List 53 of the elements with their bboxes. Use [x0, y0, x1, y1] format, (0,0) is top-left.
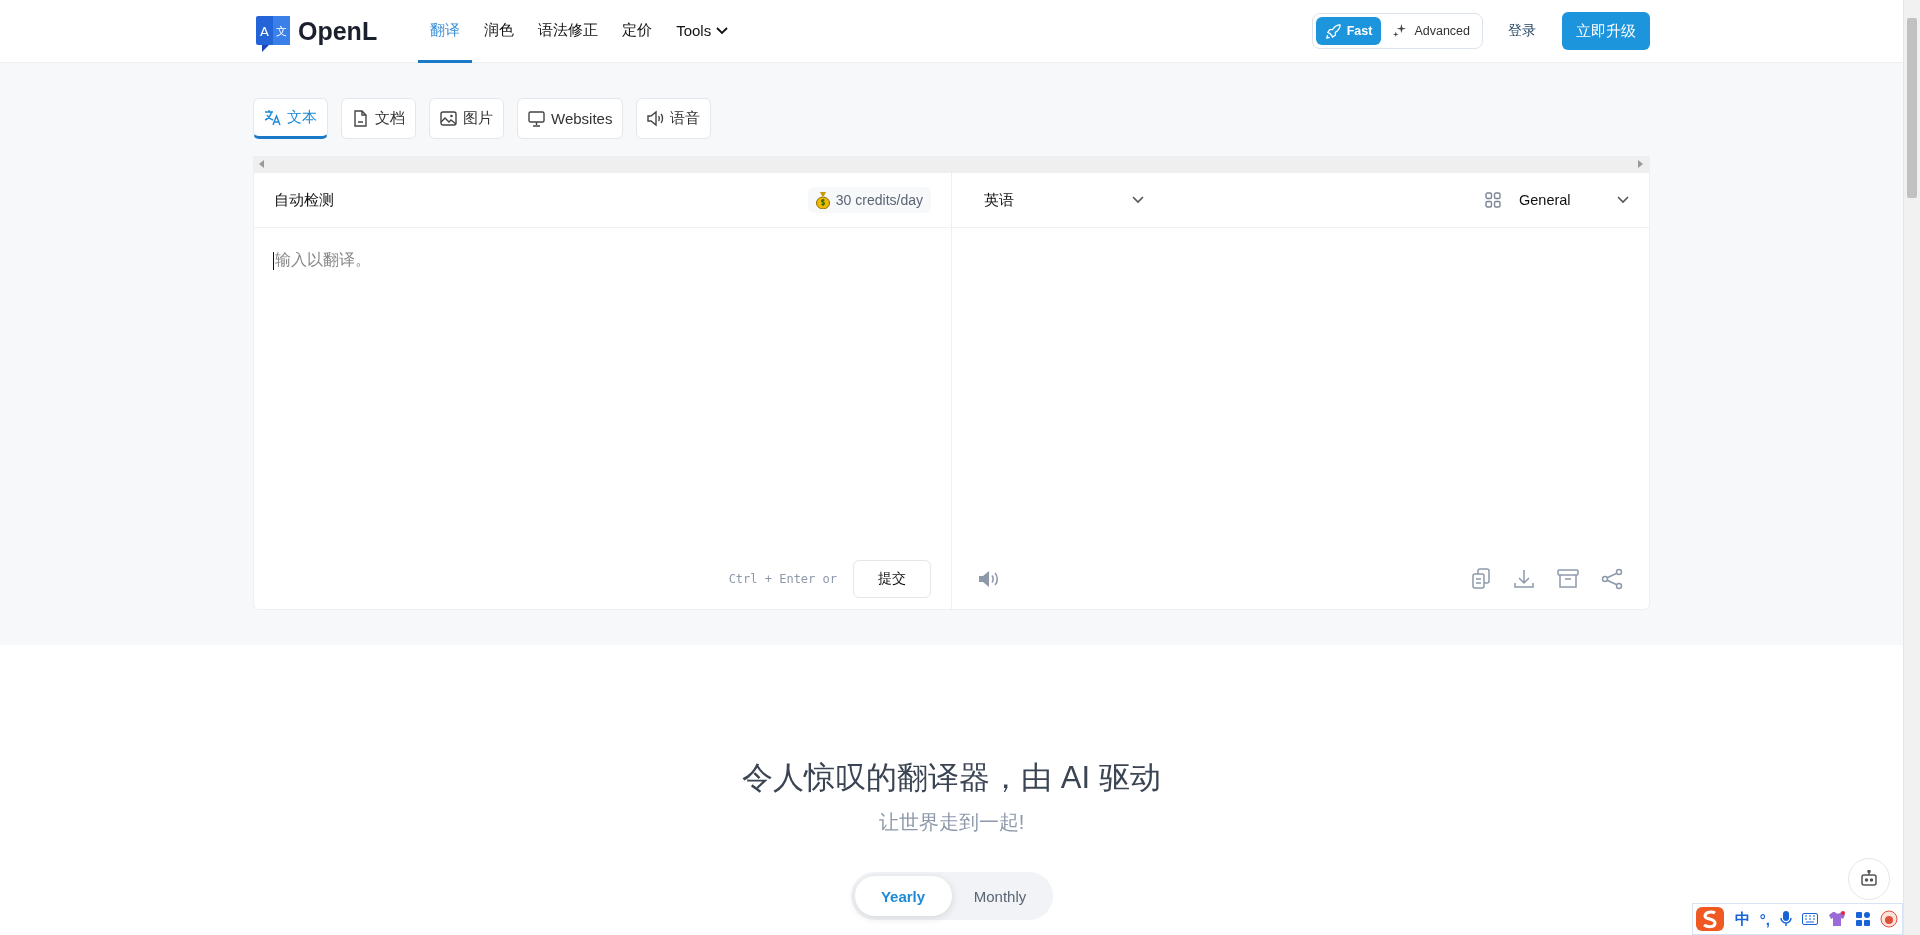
page-scrollbar[interactable] [1903, 0, 1920, 935]
tools-menu[interactable]: Tools [664, 0, 741, 63]
download-icon[interactable] [1513, 568, 1535, 590]
billing-option[interactable]: Yearly [854, 876, 952, 916]
rocket-icon [1324, 23, 1341, 39]
billing-option[interactable]: Monthly [951, 876, 1049, 916]
scroll-right-arrow-icon[interactable] [1638, 160, 1644, 168]
target-language-dropdown[interactable]: 英语 [984, 190, 1144, 210]
money-bag-icon [815, 191, 830, 209]
nav-link[interactable]: 语法修正 [526, 0, 611, 63]
share-icon[interactable] [1601, 568, 1623, 590]
shortcut-hint: Ctrl + Enter or [728, 572, 837, 586]
chevron-down-icon [1132, 196, 1144, 204]
domain-dropdown[interactable]: General [1519, 192, 1629, 208]
ime-mode-toggle[interactable]: 中 [1734, 909, 1750, 929]
input-type-tab[interactable]: Websites [517, 98, 624, 139]
login-link[interactable]: 登录 [1508, 22, 1536, 40]
speaker-icon [647, 110, 665, 127]
mode-option[interactable]: Advanced [1383, 17, 1479, 45]
chevron-down-icon [1617, 196, 1629, 204]
punctuation-toggle[interactable]: °, [1759, 910, 1770, 928]
source-text-field[interactable]: 输入以翻译。 [254, 228, 951, 293]
translate-icon [264, 109, 281, 126]
nav-link[interactable]: 定价 [610, 0, 665, 63]
document-icon [352, 110, 369, 127]
apps-grid-icon[interactable] [1856, 912, 1870, 926]
microphone-icon[interactable] [1780, 911, 1792, 927]
logo-text: OpenL [298, 16, 378, 46]
input-type-tab[interactable]: 语音 [636, 98, 712, 139]
nav-link[interactable]: 润色 [472, 0, 527, 63]
input-type-tab[interactable]: 文本 [253, 98, 328, 139]
archive-icon[interactable] [1557, 569, 1579, 589]
copy-icon[interactable] [1471, 568, 1491, 590]
hero-title: 令人惊叹的翻译器，由 AI 驱动 [742, 759, 1161, 797]
scroll-left-arrow-icon[interactable] [259, 160, 265, 168]
grid-icon [1485, 192, 1501, 208]
input-type-tab[interactable]: 文档 [341, 98, 416, 139]
chat-bot-button[interactable] [1848, 858, 1890, 900]
avatar-icon[interactable] [1880, 910, 1898, 928]
sparkles-icon [1392, 23, 1409, 39]
monitor-icon [528, 110, 545, 127]
source-language[interactable]: 自动检测 [274, 190, 334, 210]
chevron-down-icon [716, 27, 729, 35]
input-type-tab[interactable]: 图片 [429, 98, 504, 139]
ime-logo-icon[interactable] [1694, 906, 1725, 932]
shirt-icon[interactable] [1828, 911, 1846, 927]
image-icon [440, 110, 457, 127]
horizontal-scrollbar[interactable] [253, 156, 1650, 172]
submit-button[interactable]: 提交 [853, 560, 931, 598]
hero-subtitle: 让世界走到一起! [878, 810, 1025, 835]
credits-text: 30 credits/day [835, 192, 923, 208]
keyboard-icon[interactable] [1802, 913, 1818, 925]
robot-icon [1860, 870, 1878, 888]
